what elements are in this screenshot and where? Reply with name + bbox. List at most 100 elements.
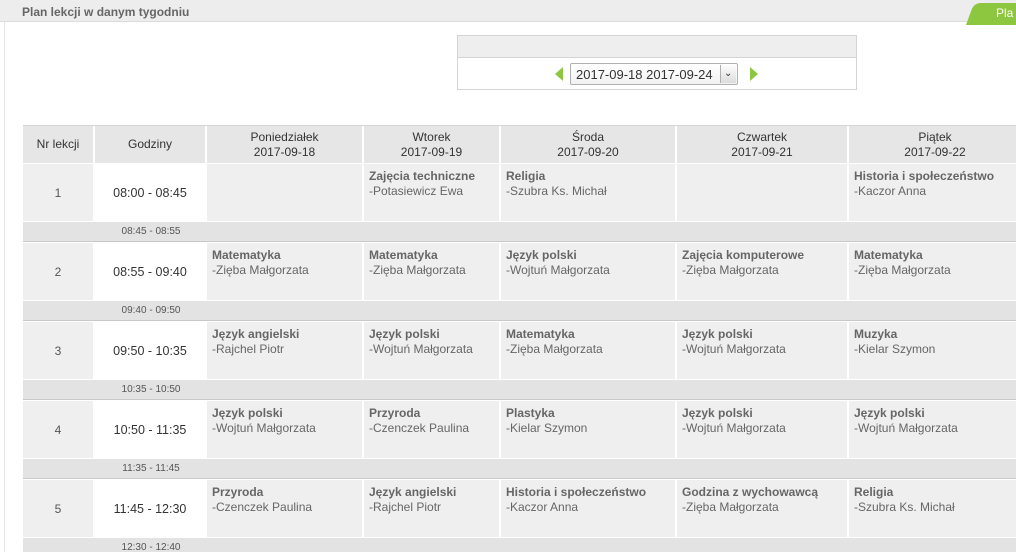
lesson-time: 09:50 - 10:35 <box>95 322 207 379</box>
day-name: Czwartek <box>736 129 787 144</box>
lesson-cell[interactable] <box>677 164 849 221</box>
lesson-cell[interactable]: Język angielski -Rajchel Piotr <box>364 480 501 537</box>
prev-week-arrow-icon[interactable] <box>555 67 563 81</box>
timetable-body: 1 08:00 - 08:45 Zajęcia techniczne -Potasie… <box>23 163 1016 552</box>
subject-name: Matematyka <box>212 248 281 262</box>
lesson-cell[interactable]: Język polski -Wojtuń Małgorzata <box>849 401 1016 458</box>
lesson-time: 11:45 - 12:30 <box>95 480 207 537</box>
day-date: 2017-09-19 <box>400 144 463 159</box>
lesson-cell[interactable]: Muzyka -Kielar Szymon <box>849 322 1016 379</box>
chevron-down-icon: ⌄ <box>724 68 733 79</box>
lesson-number: 1 <box>23 164 95 221</box>
subject-name: Historia i społeczeństwo <box>506 485 647 499</box>
panel-tab-label[interactable]: Pla <box>996 6 1013 20</box>
header-day: Piątek 2017-09-22 <box>849 126 1016 163</box>
subject-name: Muzyka <box>854 327 898 341</box>
week-select-dropdown-button[interactable]: ⌄ <box>720 65 736 83</box>
teacher-name: -Wojtuń Małgorzata <box>682 421 786 435</box>
subject-name: Język polski <box>682 327 753 341</box>
teacher-name: -Zięba Małgorzata <box>682 263 779 277</box>
break-row: 10:35 - 10:50 <box>23 379 1016 400</box>
subject-name: Matematyka <box>854 248 923 262</box>
subject-name: Godzina z wychowawcą <box>682 485 819 499</box>
teacher-name: -Czenczek Paulina <box>212 500 313 514</box>
week-select[interactable]: 2017-09-18 2017-09-24 ⌄ <box>570 63 738 85</box>
lesson-cell[interactable]: Przyroda -Czenczek Paulina <box>364 401 501 458</box>
subject-name: Przyroda <box>369 406 421 420</box>
subject-name: Język polski <box>369 327 440 341</box>
break-time: 09:40 - 09:50 <box>121 305 181 316</box>
break-row: 09:40 - 09:50 <box>23 300 1016 321</box>
lesson-cell[interactable]: Historia i społeczeństwo -Kaczor Anna <box>501 480 677 537</box>
teacher-name: -Zięba Małgorzata <box>212 263 309 277</box>
day-date: 2017-09-22 <box>904 144 966 159</box>
lesson-time: 08:00 - 08:45 <box>95 164 207 221</box>
lesson-cell[interactable]: Religia -Szubra Ks. Michał <box>849 480 1016 537</box>
lesson-row: 4 10:50 - 11:35 Język polski -Wojtuń Małgor… <box>23 400 1016 458</box>
break-time: 08:45 - 08:55 <box>121 226 181 237</box>
subject-name: Język polski <box>682 406 753 420</box>
teacher-name: -Wojtuń Małgorzata <box>506 263 610 277</box>
day-name: Piątek <box>918 129 952 144</box>
subject-name: Zajęcia techniczne <box>369 169 476 183</box>
subject-name: Matematyka <box>369 248 438 262</box>
lesson-cell[interactable]: Zajęcia komputerowe -Zięba Małgorzata <box>677 243 849 300</box>
teacher-name: -Wojtuń Małgorzata <box>854 421 958 435</box>
lesson-cell[interactable]: Matematyka -Zięba Małgorzata <box>849 243 1016 300</box>
header-day: Wtorek 2017-09-19 <box>364 126 501 163</box>
lesson-cell[interactable]: Język angielski -Rajchel Piotr <box>207 322 364 379</box>
break-time: 12:30 - 12:40 <box>121 542 181 552</box>
header-day: Środa 2017-09-20 <box>501 126 677 163</box>
break-row: 12:30 - 12:40 <box>23 537 1016 552</box>
teacher-name: -Szubra Ks. Michał <box>506 184 607 198</box>
lesson-cell[interactable] <box>207 164 364 221</box>
subject-name: Język polski <box>854 406 925 420</box>
lesson-cell[interactable]: Przyroda -Czenczek Paulina <box>207 480 364 537</box>
teacher-name: -Rajchel Piotr <box>212 342 285 356</box>
teacher-name: -Szubra Ks. Michał <box>854 500 955 514</box>
lesson-cell[interactable]: Matematyka -Zięba Małgorzata <box>364 243 501 300</box>
lesson-cell[interactable]: Język polski -Wojtuń Małgorzata <box>677 322 849 379</box>
teacher-name: -Rajchel Piotr <box>369 500 442 514</box>
header-hours-label: Godziny <box>127 137 173 151</box>
teacher-name: -Zięba Małgorzata <box>506 342 603 356</box>
subject-name: Język polski <box>212 406 283 420</box>
subject-name: Matematyka <box>506 327 575 341</box>
lesson-cell[interactable]: Plastyka -Kielar Szymon <box>501 401 677 458</box>
teacher-name: -Czenczek Paulina <box>369 421 470 435</box>
lesson-row: 3 09:50 - 10:35 Język angielski -Rajchel Pi… <box>23 321 1016 379</box>
lesson-cell[interactable]: Matematyka -Zięba Małgorzata <box>207 243 364 300</box>
lesson-cell[interactable]: Język polski -Wojtuń Małgorzata <box>677 401 849 458</box>
lesson-cell[interactable]: Język polski -Wojtuń Małgorzata <box>207 401 364 458</box>
lesson-cell[interactable]: Historia i społeczeństwo -Kaczor Anna <box>849 164 1016 221</box>
break-time: 10:35 - 10:50 <box>121 384 181 395</box>
teacher-name: -Wojtuń Małgorzata <box>369 342 473 356</box>
day-date: 2017-09-21 <box>731 144 793 159</box>
subject-name: Przyroda <box>212 485 264 499</box>
teacher-name: -Wojtuń Małgorzata <box>212 421 316 435</box>
lesson-cell[interactable]: Godzina z wychowawcą -Zięba Małgorzata <box>677 480 849 537</box>
week-nav: 2017-09-18 2017-09-24 ⌄ <box>458 58 856 90</box>
panel-left-border <box>0 22 5 552</box>
day-name: Środa <box>571 129 605 144</box>
lesson-time: 08:55 - 09:40 <box>95 243 207 300</box>
lesson-cell[interactable]: Religia -Szubra Ks. Michał <box>501 164 677 221</box>
lesson-row: 2 08:55 - 09:40 Matematyka -Zięba Małgorzat… <box>23 242 1016 300</box>
next-week-arrow-icon[interactable] <box>750 67 758 81</box>
lesson-cell[interactable]: Matematyka -Zięba Małgorzata <box>501 322 677 379</box>
teacher-name: -Kielar Szymon <box>506 421 588 435</box>
break-time: 11:35 - 11:45 <box>122 463 180 474</box>
week-select-value: 2017-09-18 2017-09-24 <box>576 67 713 82</box>
lesson-number: 2 <box>23 243 95 300</box>
panel-header: Plan lekcji w danym tygodniu <box>0 0 1016 22</box>
subject-name: Plastyka <box>506 406 555 420</box>
header-day: Czwartek 2017-09-21 <box>677 126 849 163</box>
lesson-number: 5 <box>23 480 95 537</box>
lesson-cell[interactable]: Język polski -Wojtuń Małgorzata <box>501 243 677 300</box>
lesson-cell[interactable]: Zajęcia techniczne -Potasiewicz Ewa <box>364 164 501 221</box>
subject-name: Religia <box>854 485 894 499</box>
lesson-number: 4 <box>23 401 95 458</box>
lesson-number: 3 <box>23 322 95 379</box>
lesson-cell[interactable]: Język polski -Wojtuń Małgorzata <box>364 322 501 379</box>
timetable-header-row: Nr lekcji Godziny Poniedziałek 2017-09-18… <box>23 126 1016 163</box>
